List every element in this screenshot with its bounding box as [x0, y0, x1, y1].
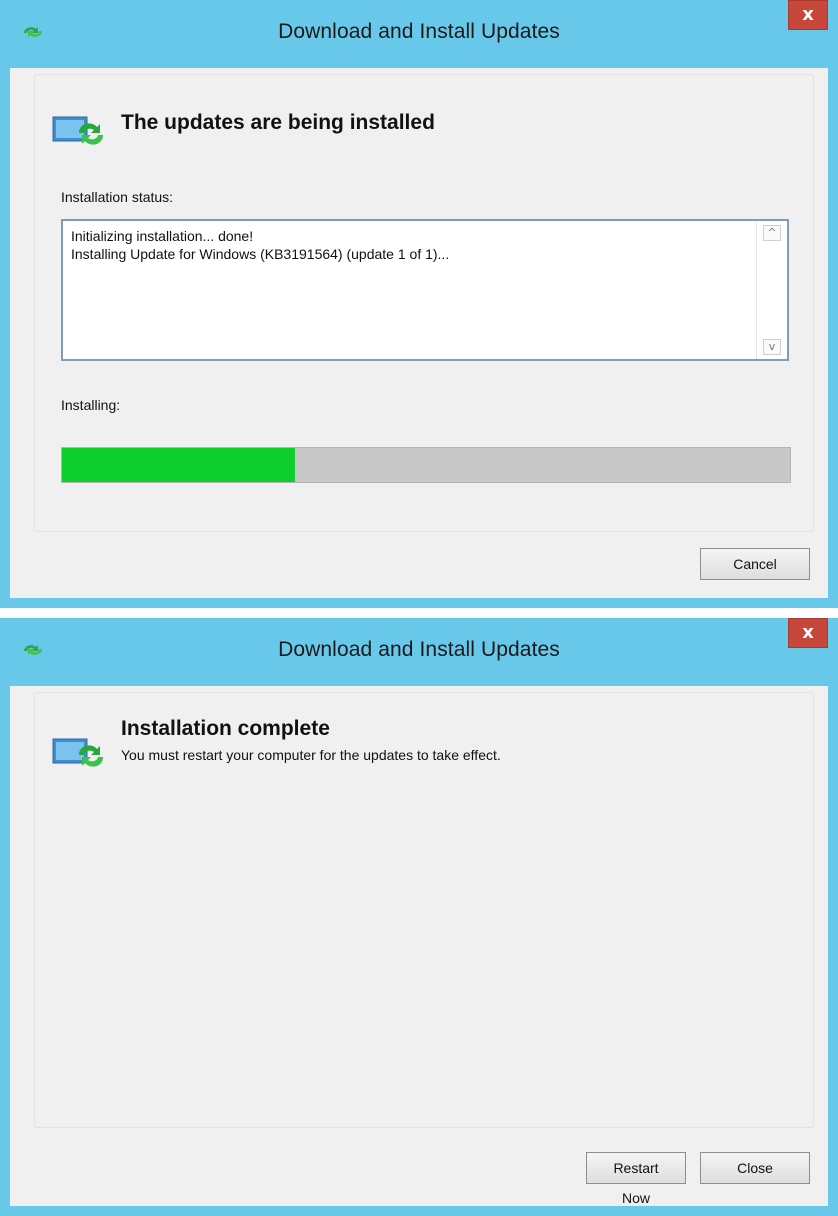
install-dialog-window: Download and Install Updates x The updat…: [0, 0, 838, 608]
header-title: Installation complete: [121, 717, 330, 740]
cancel-button[interactable]: Cancel: [700, 548, 810, 580]
title-bar[interactable]: Download and Install Updates x: [0, 618, 838, 686]
installing-label: Installing:: [61, 397, 121, 413]
close-button[interactable]: Close: [700, 1152, 810, 1184]
close-window-button[interactable]: x: [788, 618, 828, 648]
installation-status-label: Installation status:: [61, 189, 174, 205]
status-line: Initializing installation... done!: [71, 228, 254, 244]
vertical-scrollbar[interactable]: ^ v: [756, 221, 787, 359]
complete-dialog-window: Download and Install Updates x Installat…: [0, 618, 838, 1216]
scroll-up-arrow-icon[interactable]: ^: [763, 225, 781, 241]
status-lines: Initializing installation... done! Insta…: [71, 227, 449, 263]
installation-status-box[interactable]: Initializing installation... done! Insta…: [61, 219, 789, 361]
header-title: The updates are being installed: [121, 111, 435, 134]
close-window-button[interactable]: x: [788, 0, 828, 30]
window-title: Download and Install Updates: [278, 20, 560, 43]
content-panel: The updates are being installed Installa…: [34, 74, 814, 532]
status-line: Installing Update for Windows (KB3191564…: [71, 246, 450, 262]
restart-now-button[interactable]: Restart Now: [586, 1152, 686, 1206]
update-monitor-icon: [52, 738, 104, 767]
install-progress-bar: [61, 447, 791, 483]
scroll-down-arrow-icon[interactable]: v: [763, 339, 781, 355]
title-bar[interactable]: Download and Install Updates x: [0, 0, 838, 68]
window-title: Download and Install Updates: [278, 638, 560, 661]
content-panel: Installation complete You must restart y…: [34, 692, 814, 1128]
progress-fill: [62, 448, 295, 482]
dialog-client-area: Installation complete You must restart y…: [10, 686, 828, 1206]
dialog-client-area: The updates are being installed Installa…: [10, 68, 828, 598]
update-monitor-icon: [52, 116, 104, 145]
header-subtitle: You must restart your computer for the u…: [121, 747, 501, 763]
